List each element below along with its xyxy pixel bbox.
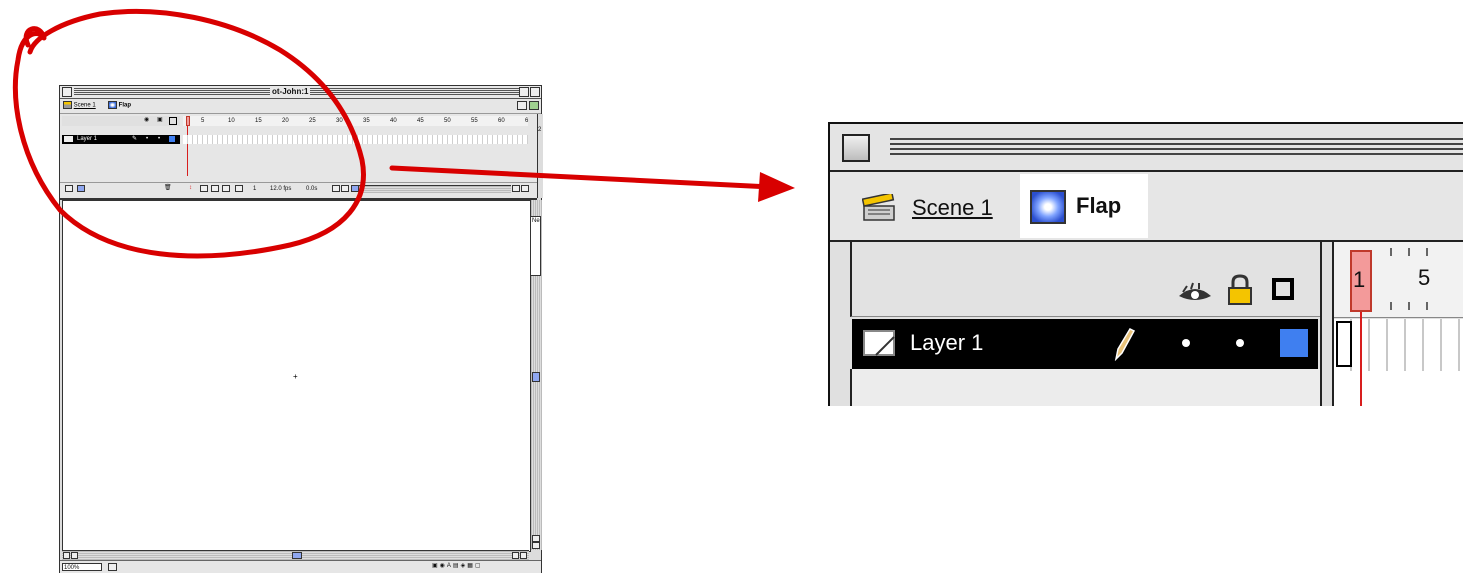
annotation-circle — [12, 8, 366, 259]
annotation-layer — [12, 8, 795, 259]
annotation-arrow-head — [758, 172, 795, 202]
annotation-arrow-shaft — [389, 165, 773, 190]
